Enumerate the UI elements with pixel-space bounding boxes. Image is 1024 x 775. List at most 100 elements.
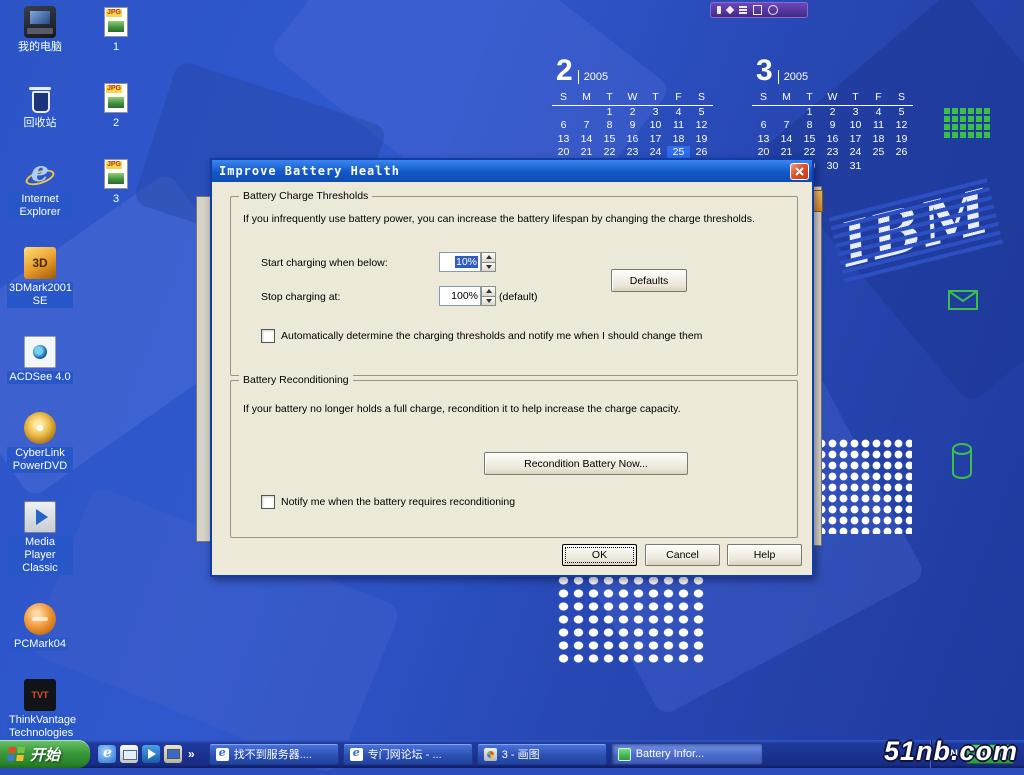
calendar-day-cell: 12 xyxy=(890,119,913,132)
media-icon[interactable] xyxy=(142,745,160,763)
desktop-icon-label: ThinkVantage Technologies xyxy=(7,714,73,740)
calendar-day-cell: 19 xyxy=(890,133,913,146)
desktop-icon-label: 3 xyxy=(111,193,121,206)
spinner-down-icon[interactable] xyxy=(481,297,496,307)
stop-threshold-spinner[interactable]: 100% xyxy=(439,286,496,306)
acdsee-icon xyxy=(24,336,56,368)
calendar-month-number: 3 xyxy=(756,56,773,86)
mpc-icon xyxy=(24,501,56,533)
database-icon xyxy=(950,442,974,485)
desktop-icon-label: Internet Explorer xyxy=(7,193,73,219)
task-button[interactable]: Battery Infor... xyxy=(611,743,763,765)
defaults-button[interactable]: Defaults xyxy=(611,269,687,292)
desktop-icon-label: 回收站 xyxy=(22,117,59,130)
desktop-icon[interactable] xyxy=(164,745,182,763)
mail-icon[interactable] xyxy=(120,745,138,763)
ie-icon xyxy=(350,748,363,761)
ie-icon[interactable] xyxy=(98,745,116,763)
start-button[interactable]: 开始 xyxy=(0,740,90,768)
auto-thresholds-checkbox[interactable]: Automatically determine the charging thr… xyxy=(261,329,702,343)
dialog-content: Battery Charge Thresholds If you infrequ… xyxy=(212,182,812,575)
start-threshold-value[interactable]: 10% xyxy=(439,252,481,272)
jpg-thumbnail xyxy=(108,173,124,184)
quick-launch-overflow[interactable]: » xyxy=(186,747,197,761)
calendar-day-cell: 14 xyxy=(575,133,598,146)
calendar-day-header: S xyxy=(690,90,713,106)
spinner-down-icon[interactable] xyxy=(481,263,496,273)
cancel-button[interactable]: Cancel xyxy=(645,544,720,566)
ok-button[interactable]: OK xyxy=(562,544,637,566)
task-button[interactable]: 专门网论坛 - ... xyxy=(343,743,473,765)
desktop-icon-label: 3DMark2001 SE xyxy=(7,282,73,308)
task-button-label: Battery Infor... xyxy=(636,748,704,760)
windows-flag-icon xyxy=(7,747,26,762)
calendar-year: 2005 xyxy=(778,70,808,84)
task-buttons: 找不到服务器.... 专门网论坛 - ... 3 - 画图 Battery Infor… xyxy=(209,743,763,765)
background-window-edge[interactable] xyxy=(196,196,211,542)
checkbox-box[interactable] xyxy=(261,495,275,509)
calendar-day-cell: 19 xyxy=(690,133,713,146)
spinner-up-icon[interactable] xyxy=(481,286,496,297)
calendar-day-cell: 11 xyxy=(867,119,890,132)
desktop-icon-mpc[interactable]: Media Player Classic xyxy=(6,501,74,575)
calendar-day-cell: 16 xyxy=(821,133,844,146)
wallpaper-dot-grid xyxy=(556,574,708,666)
jpg-tag-label: JPG xyxy=(106,161,122,169)
calendar-day-cell: 1 xyxy=(798,106,821,119)
status-widget-bar[interactable] xyxy=(710,2,808,18)
widget-diamond-icon[interactable] xyxy=(726,6,734,14)
desktop-icon-3dmark[interactable]: 3DMark2001 SE xyxy=(6,247,74,308)
widget-phone-icon[interactable] xyxy=(717,6,721,14)
checkbox-box[interactable] xyxy=(261,329,275,343)
calendar-day-cell: 18 xyxy=(667,133,690,146)
calendar-day-header: F xyxy=(867,90,890,106)
calendar-day-cell: 7 xyxy=(775,119,798,132)
calendar-day-cell: 10 xyxy=(844,119,867,132)
calendar-day-header: T xyxy=(844,90,867,106)
start-threshold-spinner[interactable]: 10% xyxy=(439,252,496,272)
recondition-battery-button[interactable]: Recondition Battery Now... xyxy=(484,452,688,475)
desktop-icon-ie[interactable]: Internet Explorer xyxy=(6,158,74,219)
jpg-thumbnail xyxy=(108,97,124,108)
calendar-day-cell: 5 xyxy=(690,106,713,119)
ie-icon xyxy=(216,748,229,761)
widget-bars-icon[interactable] xyxy=(739,9,747,11)
calendar-day-cell: 11 xyxy=(667,119,690,132)
taskbar: 开始 » 找不到服务器.... 专门网论坛 - ... 3 - 画图 Battery … xyxy=(0,740,1024,768)
desktop-icon-computer[interactable]: 我的电脑 xyxy=(6,6,74,54)
desktop-icon-pcmark[interactable]: PCMark04 xyxy=(6,603,74,651)
stop-threshold-value[interactable]: 100% xyxy=(439,286,481,306)
spinner-up-icon[interactable] xyxy=(481,252,496,263)
calendar-day-cell: 17 xyxy=(844,133,867,146)
task-button[interactable]: 找不到服务器.... xyxy=(209,743,339,765)
task-button-label: 找不到服务器.... xyxy=(234,746,312,762)
calendar-day-header: S xyxy=(752,90,775,106)
calendar-day-header: W xyxy=(821,90,844,106)
calendar-day-cell: 2 xyxy=(621,106,644,119)
widget-window-icon[interactable] xyxy=(753,5,762,15)
calendar-day-cell: 6 xyxy=(552,119,575,132)
close-button[interactable] xyxy=(790,163,809,180)
task-button-label: 3 - 画图 xyxy=(502,746,540,762)
calendar-day-header: S xyxy=(552,90,575,106)
desktop-file-2[interactable]: JPG2 xyxy=(88,82,144,130)
desktop-icon-label: 1 xyxy=(111,41,121,54)
desktop-icon-powerdvd[interactable]: CyberLink PowerDVD xyxy=(6,412,74,473)
desktop-icon-thinkvantage[interactable]: ThinkVantage Technologies xyxy=(6,679,74,740)
calendar-title: 22005 xyxy=(556,52,713,86)
calendar-day-cell: 26 xyxy=(890,146,913,159)
jpg-tag-label: JPG xyxy=(106,9,122,17)
desktop-icon-recycle[interactable]: 回收站 xyxy=(6,82,74,130)
desktop-icon-acdsee[interactable]: ACDSee 4.0 xyxy=(6,336,74,384)
widget-clock-icon[interactable] xyxy=(768,5,778,15)
desktop-file-1[interactable]: JPG 1 xyxy=(88,6,144,54)
wallpaper-dot-grid xyxy=(816,438,912,534)
calendar-day-header: W xyxy=(621,90,644,106)
notify-recondition-checkbox[interactable]: Notify me when the battery requires reco… xyxy=(261,495,515,509)
watermark: 51nb.com xyxy=(884,736,1018,767)
dialog-titlebar[interactable]: Improve Battery Health xyxy=(212,160,812,182)
help-button[interactable]: Help xyxy=(727,544,802,566)
calendar-day-cell xyxy=(890,160,913,173)
task-button[interactable]: 3 - 画图 xyxy=(477,743,607,765)
desktop-file-3[interactable]: JPG 3 xyxy=(88,158,144,206)
